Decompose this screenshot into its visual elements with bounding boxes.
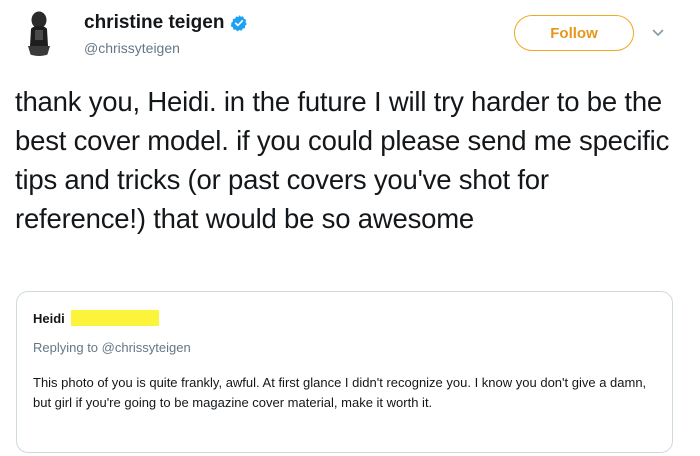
quoted-author-name: Heidi: [33, 310, 65, 326]
quoted-message-card[interactable]: Heidi Replying to @chrissyteigen This ph…: [16, 291, 673, 453]
verified-badge-icon: [230, 14, 248, 32]
display-name-row: christine teigen: [84, 12, 248, 34]
quoted-message-text: This photo of you is quite frankly, awfu…: [33, 375, 647, 410]
quoted-message-header: Heidi: [33, 310, 159, 326]
replying-to-label: Replying to @chrissyteigen: [33, 340, 191, 355]
chevron-down-icon[interactable]: [651, 26, 665, 40]
avatar[interactable]: [14, 6, 64, 56]
follow-button[interactable]: Follow: [514, 15, 634, 51]
tweet-card: christine teigen @chrissyteigen Follow t…: [0, 0, 700, 456]
redaction-highlight: [70, 310, 159, 326]
user-handle[interactable]: @chrissyteigen: [84, 40, 180, 56]
display-name[interactable]: christine teigen: [84, 12, 224, 34]
tweet-text: thank you, Heidi. in the future I will t…: [15, 86, 670, 234]
